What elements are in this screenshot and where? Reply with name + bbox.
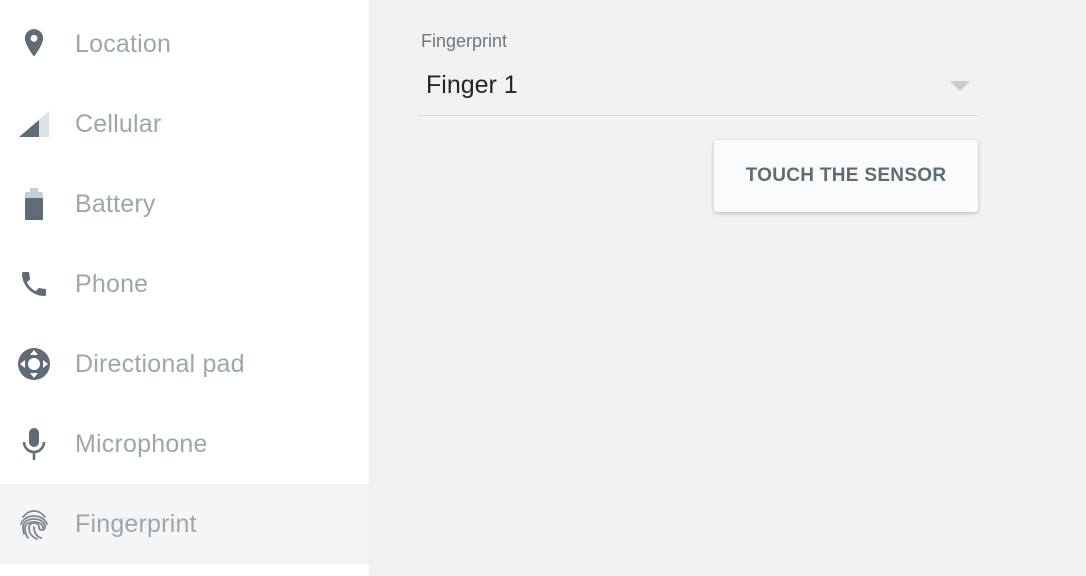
sidebar-item-location[interactable]: Location — [0, 4, 369, 84]
sidebar-item-battery[interactable]: Battery — [0, 164, 369, 244]
fingerprint-panel: Fingerprint Finger 1 TOUCH THE SENSOR — [370, 0, 1086, 576]
sidebar-item-cellular[interactable]: Cellular — [0, 84, 369, 164]
sidebar-item-label: Battery — [75, 189, 156, 218]
sidebar-item-microphone[interactable]: Microphone — [0, 404, 369, 484]
directional-pad-icon — [16, 346, 52, 382]
sidebar-item-label: Phone — [75, 269, 149, 298]
extended-controls-window: Location Cellular Battery Phone Directio… — [0, 0, 1086, 576]
finger-select[interactable]: Finger 1 — [418, 62, 978, 116]
sidebar-item-label: Location — [75, 29, 172, 58]
sidebar: Location Cellular Battery Phone Directio… — [0, 0, 370, 576]
microphone-icon — [16, 426, 52, 462]
battery-icon — [16, 186, 52, 222]
sidebar-item-label: Fingerprint — [75, 510, 197, 538]
sidebar-item-label: Cellular — [75, 109, 162, 138]
sidebar-item-fingerprint[interactable]: Fingerprint — [0, 484, 369, 564]
touch-sensor-button[interactable]: TOUCH THE SENSOR — [714, 140, 978, 212]
finger-select-value: Finger 1 — [426, 71, 518, 99]
phone-icon — [16, 266, 52, 302]
dropdown-caret-icon — [950, 81, 970, 91]
sidebar-item-phone[interactable]: Phone — [0, 244, 369, 324]
location-pin-icon — [16, 26, 52, 62]
sidebar-item-label: Microphone — [75, 429, 208, 458]
cellular-signal-icon — [16, 106, 52, 142]
fingerprint-icon — [16, 507, 52, 543]
sidebar-item-directional-pad[interactable]: Directional pad — [0, 324, 369, 404]
sidebar-item-label: Directional pad — [75, 349, 245, 378]
fingerprint-field-label: Fingerprint — [421, 31, 508, 51]
